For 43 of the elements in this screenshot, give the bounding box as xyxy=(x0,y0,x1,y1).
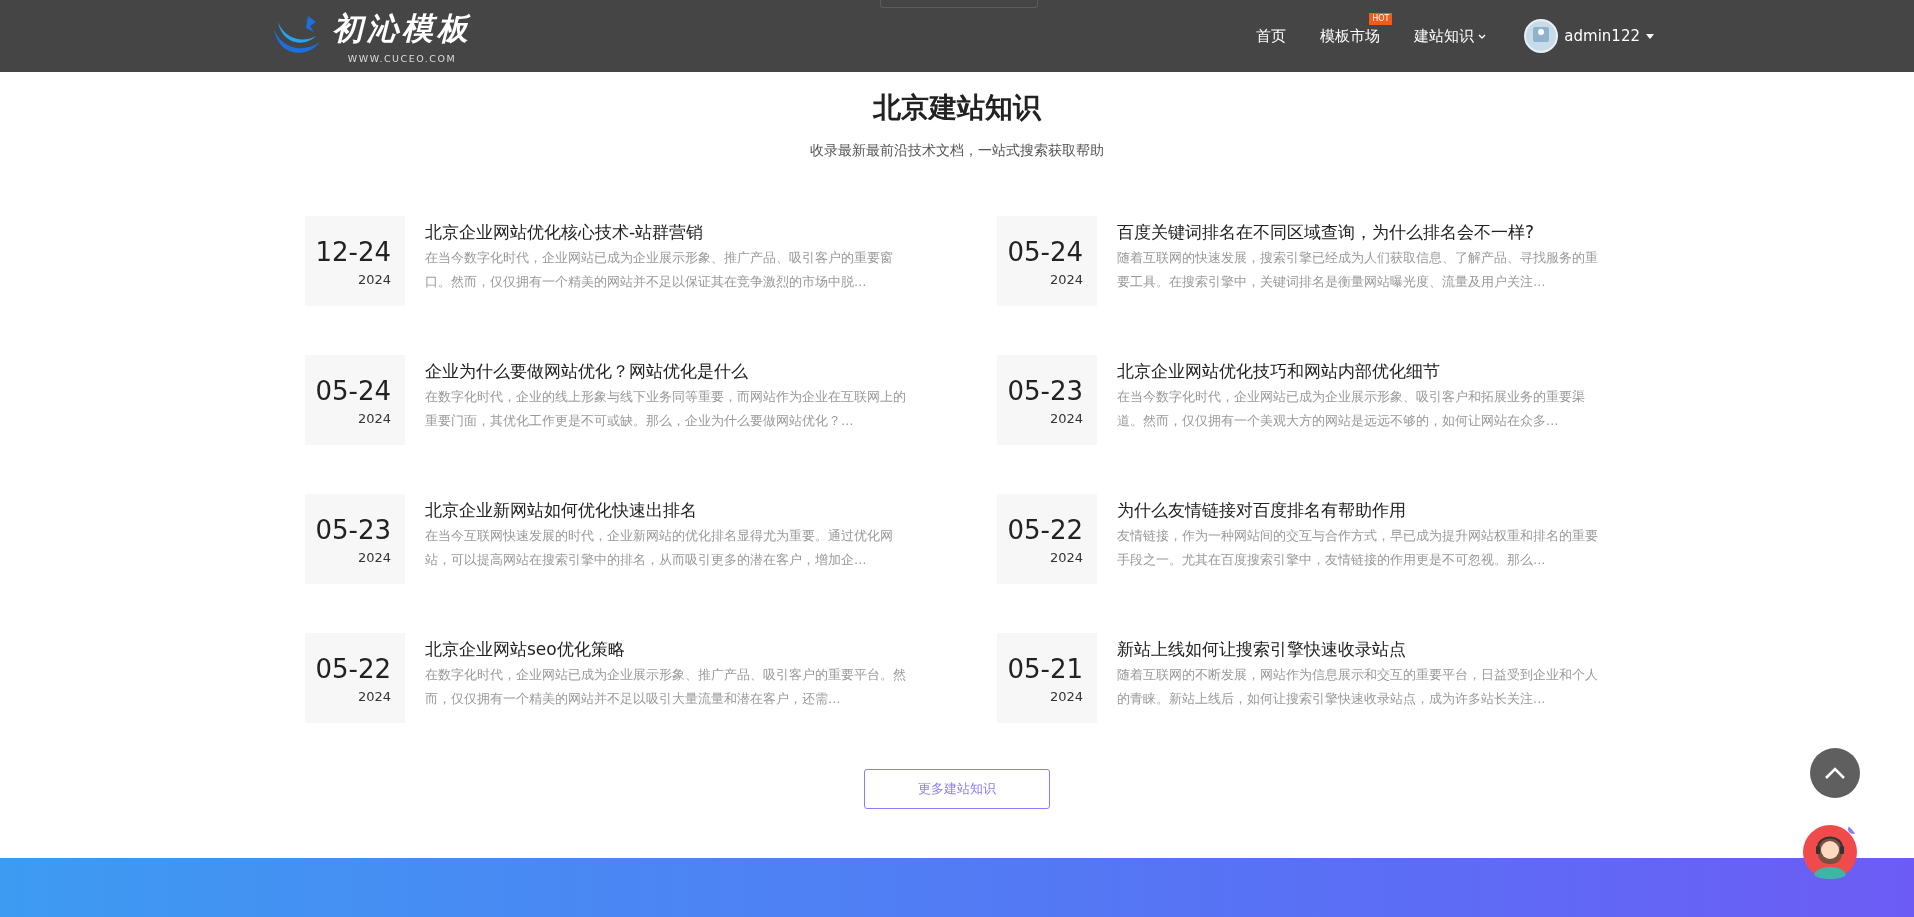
article-title[interactable]: 百度关键词排名在不同区域查询，为什么排名会不一样? xyxy=(1117,220,1609,244)
article-title[interactable]: 为什么友情链接对百度排名有帮助作用 xyxy=(1117,498,1609,522)
article-summary: 在数字化时代，企业的线上形象与线下业务同等重要，而网站作为企业在互联网上的重要门面，其优化工作更是不可或缺。那么，企业为什么要做网站优化？… xyxy=(425,388,907,430)
article-date: 05-23 xyxy=(1007,374,1083,407)
section-subtitle: 收录最新最前沿技术文档，一站式搜索获取帮助 xyxy=(810,142,1104,160)
article-title[interactable]: 北京企业网站优化核心技术-站群营销 xyxy=(425,220,917,244)
article-year: 2024 xyxy=(357,271,391,287)
logo-name: 初沁模板 xyxy=(332,9,472,48)
article-year: 2024 xyxy=(1049,549,1083,565)
article-title[interactable]: 企业为什么要做网站优化？网站优化是什么 xyxy=(425,359,917,383)
article-summary: 在当今互联网快速发展的时代，企业新网站的优化排名显得尤为重要。通过优化网站，可以提高网站在搜索引擎中的排名，从而吸引更多的潜在客户，增加企… xyxy=(425,527,894,569)
back-to-top-button[interactable] xyxy=(1810,748,1860,798)
article-year: 2024 xyxy=(1049,271,1083,287)
article-year: 2024 xyxy=(357,410,391,426)
article-summary: 随着互联网的快速发展，搜索引擎已经成为人们获取信息、了解产品、寻找服务的重要工具。在搜索引擎中，关键词排名是衡量网站曝光度、流量及用户关注… xyxy=(1117,249,1599,291)
caret-icon xyxy=(1478,33,1487,39)
article-date: 12-24 xyxy=(315,235,391,268)
more-button[interactable]: 更多建站知识 xyxy=(864,769,1050,809)
nav-link[interactable]: 建站知识 xyxy=(1414,26,1487,46)
article-date: 05-24 xyxy=(1007,235,1083,268)
article-date: 05-24 xyxy=(315,374,391,407)
avatar-icon[interactable] xyxy=(1524,19,1559,53)
nav-link[interactable]: 首页 xyxy=(1256,26,1287,46)
caret-icon xyxy=(1646,33,1654,39)
article-date: 05-22 xyxy=(315,652,391,685)
article-date: 05-22 xyxy=(1007,513,1083,546)
article-year: 2024 xyxy=(1049,688,1083,704)
hot-badge: HOT xyxy=(1369,12,1393,25)
logo-url: WWW.CUCEO.COM xyxy=(347,52,457,64)
article-title[interactable]: 北京企业新网站如何优化快速出排名 xyxy=(425,498,917,522)
article-date: 05-23 xyxy=(315,513,391,546)
article-title[interactable]: 新站上线如何让搜索引擎快速收录站点 xyxy=(1117,637,1609,661)
article-title[interactable]: 北京企业网站seo优化策略 xyxy=(425,637,917,661)
article-summary: 随着互联网的不断发展，网站作为信息展示和交互的重要平台，日益受到企业和个人的青睐。新站上线后，如何让搜索引擎快速收录站点，成为许多站长关注… xyxy=(1117,666,1599,708)
username[interactable]: admin122 xyxy=(1564,27,1640,45)
article-year: 2024 xyxy=(357,549,391,565)
section-title: 北京建站知识 xyxy=(873,90,1041,126)
nav-link[interactable]: 模板市场 xyxy=(1320,26,1381,46)
chevron-up-icon xyxy=(1824,766,1846,780)
article-title[interactable]: 北京企业网站优化技巧和网站内部优化细节 xyxy=(1117,359,1609,383)
article-year: 2024 xyxy=(357,688,391,704)
article-year: 2024 xyxy=(1049,410,1083,426)
article-date: 05-21 xyxy=(1007,652,1083,685)
